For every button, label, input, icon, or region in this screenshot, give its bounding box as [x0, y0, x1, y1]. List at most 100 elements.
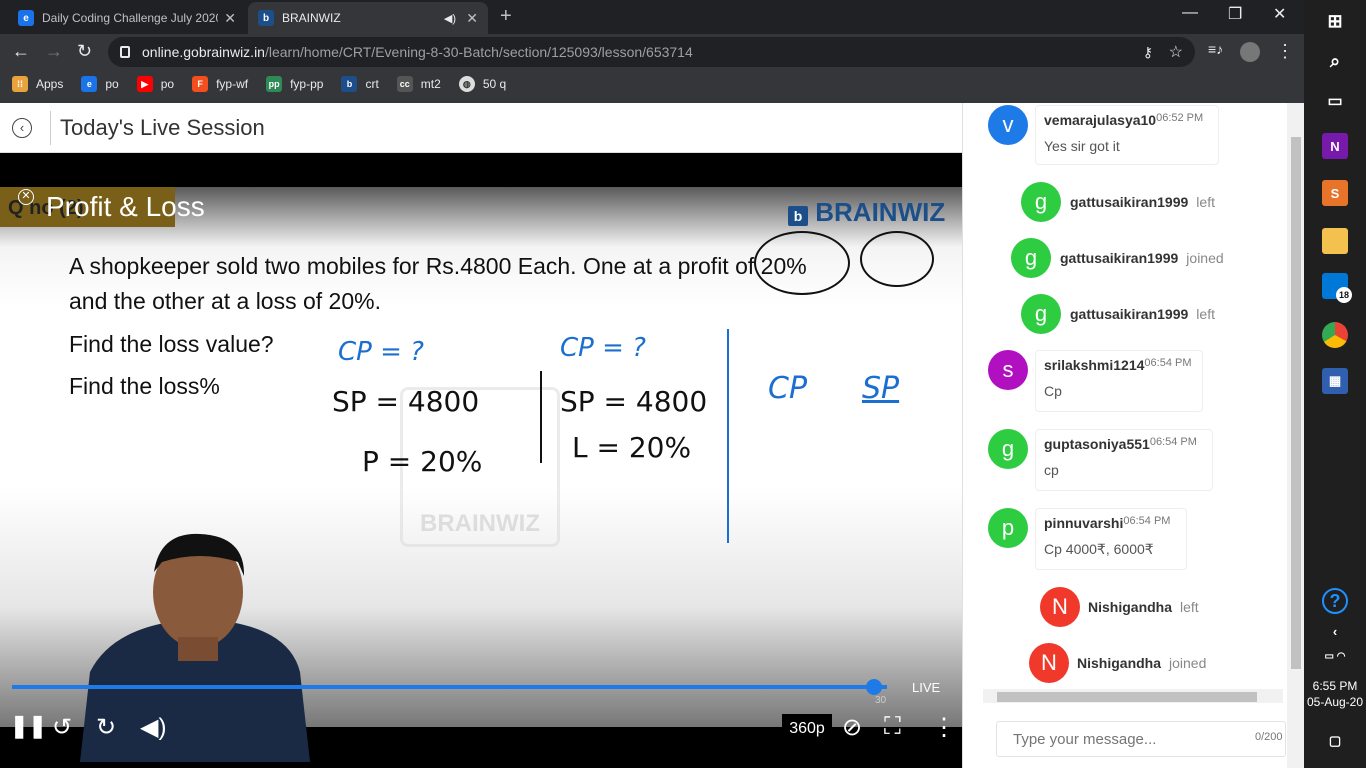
chat-event: joined	[1169, 655, 1207, 671]
ink-loss: L = 20%	[572, 431, 692, 464]
chat-system-line: gattusaikiran1999 left	[1070, 306, 1215, 322]
chat-time: 06:54 PM	[1149, 436, 1197, 448]
chat-time: 06:52 PM	[1156, 112, 1204, 124]
bookmark-label: mt2	[420, 77, 441, 91]
profile-avatar[interactable]	[1240, 42, 1260, 62]
ink-cp1: CP = ?	[338, 337, 424, 367]
bookmark-label: 50 q	[482, 77, 507, 91]
battery-wifi-icon[interactable]: ▭ ◠	[1322, 643, 1348, 669]
forward-arrow-icon[interactable]: →	[45, 41, 63, 62]
ink-circle	[754, 231, 850, 295]
chat-system-line: gattusaikiran1999 joined	[1060, 250, 1224, 266]
media-control-icon[interactable]: ≡♪	[1208, 41, 1223, 57]
apps-grid-icon: ⁞⁞	[12, 76, 28, 92]
video-player[interactable]: Q no (2) ✕ Profit & Loss b BRAINWIZ A sh…	[0, 153, 962, 768]
chat-text: cp	[1044, 462, 1059, 478]
reload-icon[interactable]: ↻	[77, 41, 92, 62]
ask-loss-percent: Find the loss%	[69, 373, 220, 399]
maximize-button[interactable]: ❐	[1228, 4, 1242, 24]
phone-icon[interactable]: 18	[1322, 273, 1352, 303]
close-icon[interactable]: ✕	[18, 189, 34, 205]
chat-message: guptasoniya55106:54 PM cp	[1035, 429, 1213, 491]
bookmark-fyp-wf[interactable]: F fyp-wf	[192, 76, 248, 92]
bookmark-mt2[interactable]: cc mt2	[396, 76, 441, 92]
chevron-left-icon[interactable]: ‹	[1322, 618, 1348, 644]
bookmark-po-youtube[interactable]: ▶ po	[136, 76, 174, 92]
close-icon[interactable]: ✕	[224, 10, 236, 27]
edge-icon: e	[18, 10, 34, 26]
chat-system-line: Nishigandha left	[1088, 599, 1199, 615]
minimize-button[interactable]: —	[1182, 4, 1198, 22]
notification-badge: 18	[1336, 287, 1352, 303]
chat-horizontal-scrollbar[interactable]	[983, 689, 1283, 703]
ink-sp2: SP = 4800	[560, 385, 708, 418]
live-label[interactable]: LIVE	[912, 680, 940, 695]
ink-cp3: CP	[768, 371, 808, 406]
task-view-icon[interactable]: ▭	[1322, 88, 1348, 114]
close-icon[interactable]: ✕	[466, 10, 478, 27]
chat-message: pinnuvarshi06:54 PM Cp 4000₹, 6000₹	[1035, 508, 1187, 570]
ink-divider	[727, 329, 729, 543]
notification-icon[interactable]: ▢	[1322, 728, 1348, 754]
chat-panel: v vemarajulasya1006:52 PM Yes sir got it…	[962, 103, 1305, 768]
windows-start-icon[interactable]: ⊞	[1322, 8, 1348, 34]
bookmark-po-edge[interactable]: e po	[81, 76, 119, 92]
speaker-icon[interactable]: ◀)	[444, 12, 456, 25]
file-explorer-icon[interactable]	[1322, 228, 1348, 254]
bookmark-50q[interactable]: ◍ 50 q	[458, 76, 507, 92]
tab-daily-coding[interactable]: e Daily Coding Challenge July 2020 ✕	[8, 2, 246, 34]
windows-taskbar: ⊞ ⌕ ▭ N S 18 ▦ ? ‹ ▭ ◠ 6:55 PM 05-Aug-20…	[1304, 0, 1366, 768]
avatar: s	[988, 350, 1028, 390]
bookmark-crt[interactable]: b crt	[341, 76, 379, 92]
chat-scrollbar[interactable]	[1287, 103, 1305, 768]
quality-button[interactable]: 360p	[782, 714, 832, 744]
cc-icon: cc	[396, 76, 413, 92]
sublime-icon[interactable]: S	[1322, 180, 1348, 206]
back-arrow-icon[interactable]: ←	[12, 41, 30, 62]
address-bar[interactable]: online.gobrainwiz.in /learn/home/CRT/Eve…	[108, 37, 1195, 67]
forward-10-button[interactable]: ↻	[96, 713, 116, 742]
chat-text: Cp	[1044, 383, 1062, 399]
system-clock[interactable]: 6:55 PM 05-Aug-20	[1304, 678, 1366, 710]
close-window-button[interactable]: ✕	[1273, 4, 1286, 24]
key-icon[interactable]: ⚷	[1143, 44, 1153, 61]
fullscreen-icon[interactable]: ⛶	[884, 713, 901, 741]
youtube-icon: ▶	[136, 76, 153, 92]
brand-text: BRAINWIZ	[815, 197, 946, 227]
cast-off-icon[interactable]: ⊘	[842, 713, 862, 742]
chat-event: left	[1196, 194, 1215, 210]
scroll-thumb[interactable]	[997, 692, 1257, 702]
rewind-10-button[interactable]: ↺	[52, 713, 72, 742]
onenote-icon[interactable]: N	[1322, 133, 1348, 159]
search-icon[interactable]: ⌕	[1322, 48, 1348, 74]
scroll-thumb[interactable]	[1291, 137, 1301, 669]
chat-time: 06:54 PM	[1144, 357, 1192, 369]
progress-bar[interactable]	[12, 685, 887, 689]
ink-profit: P = 20%	[362, 445, 483, 478]
tab-brainwiz[interactable]: b BRAINWIZ ◀) ✕	[248, 2, 488, 34]
chat-username: gattusaikiran1999	[1060, 250, 1179, 266]
help-icon[interactable]: ?	[1322, 588, 1348, 614]
bookmark-apps[interactable]: ⁞⁞ Apps	[12, 76, 63, 92]
avatar: p	[988, 508, 1028, 548]
volume-icon[interactable]: ◀)	[140, 713, 166, 742]
chrome-icon[interactable]	[1322, 322, 1348, 348]
more-options-icon[interactable]: ⋮	[932, 713, 956, 742]
bookmark-label: fyp-wf	[216, 77, 249, 91]
clock-time: 6:55 PM	[1312, 679, 1358, 693]
chat-username: gattusaikiran1999	[1070, 194, 1189, 210]
calculator-icon[interactable]: ▦	[1322, 368, 1348, 394]
star-icon[interactable]: ☆	[1169, 42, 1183, 62]
chat-message-input[interactable]	[996, 721, 1286, 757]
menu-kebab-icon[interactable]: ⋮	[1276, 41, 1294, 62]
avatar: N	[1029, 643, 1069, 683]
live-offset: 30	[875, 695, 887, 706]
bookmark-fyp-pp[interactable]: pp fyp-pp	[266, 76, 323, 92]
pause-button[interactable]: ❚❚	[10, 713, 47, 739]
chat-message: srilakshmi121406:54 PM Cp	[1035, 350, 1203, 412]
ink-circle	[860, 231, 934, 287]
new-tab-button[interactable]: +	[500, 5, 512, 28]
progress-knob[interactable]	[866, 679, 882, 695]
session-header: ‹ Today's Live Session	[0, 103, 962, 153]
back-button[interactable]: ‹	[12, 118, 32, 138]
